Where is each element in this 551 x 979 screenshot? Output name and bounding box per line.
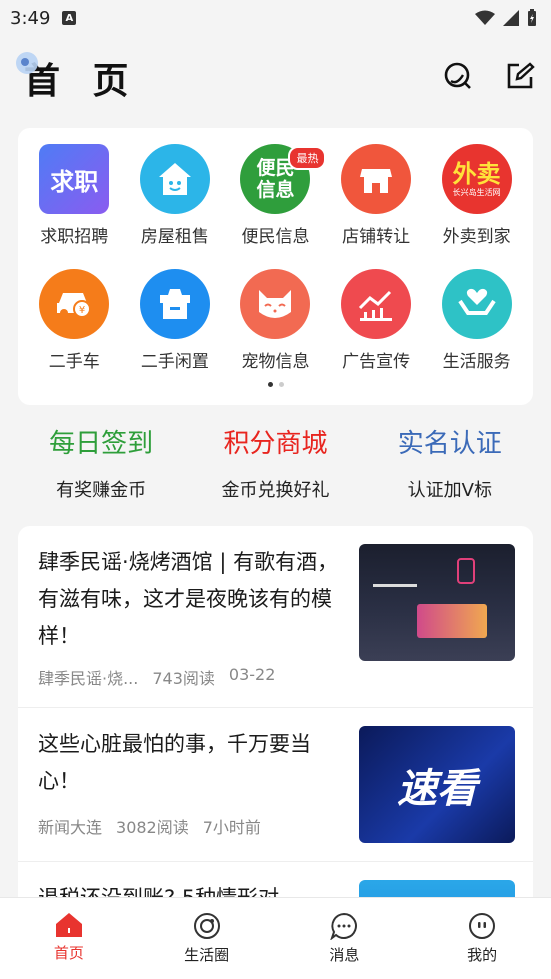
category-label: 二手车 (48, 352, 100, 372)
svg-text:¥: ¥ (79, 305, 85, 316)
pager-dot (278, 382, 284, 387)
promo-row: 每日签到 有奖赚金币 积分商城 金币兑换好礼 实名认证 认证加V标 (0, 405, 551, 512)
category-label: 店铺转让 (342, 227, 411, 247)
news-thumbnail (359, 544, 515, 661)
news-source: 肆季民谣·烧... (38, 669, 139, 688)
battery-icon (528, 9, 536, 26)
box-icon (139, 269, 210, 339)
news-reads: 3082阅读 (116, 818, 189, 837)
grid-row-1: 求职 求职招聘 房屋租售 便民 信息 最热 便民信息 店铺转让 外卖 长兴岛生活… (18, 144, 533, 247)
points-mall-button[interactable]: 积分商城 金币兑换好礼 (190, 423, 360, 502)
promo-title: 每日签到 (49, 429, 154, 459)
wifi-icon (475, 10, 495, 25)
news-time: 03-22 (228, 665, 276, 684)
category-label: 生活服务 (442, 352, 511, 372)
tab-label: 首页 (53, 944, 84, 962)
verify-identity-button[interactable]: 实名认证 认证加V标 (365, 423, 535, 502)
signal-icon (503, 10, 519, 26)
category-label: 宠物信息 (241, 352, 310, 372)
daily-checkin-button[interactable]: 每日签到 有奖赚金币 (16, 423, 186, 502)
tab-label: 我的 (467, 946, 498, 964)
grid-pager (18, 382, 533, 387)
category-house[interactable]: 房屋租售 (125, 144, 225, 247)
grid-row-2: ¥ 二手车 二手闲置 宠物信息 广告宣传 生活服务 (18, 269, 533, 372)
category-label: 二手闲置 (140, 352, 209, 372)
convenience-icon: 便民 信息 最热 (240, 144, 327, 214)
touch-indicator-icon (16, 52, 38, 74)
category-label: 广告宣传 (342, 352, 411, 372)
news-title: 这些心脏最怕的事，千万要当心！ (38, 732, 311, 793)
tab-me[interactable]: 我的 (427, 898, 537, 979)
car-icon: ¥ (39, 269, 110, 339)
heart-hand-icon (441, 269, 512, 339)
news-reads: 743阅读 (152, 669, 215, 688)
pager-dot-active (267, 382, 273, 387)
news-meta: 肆季民谣·烧... 743阅读 03-22 (38, 665, 343, 689)
chat-icon (330, 912, 358, 940)
promo-subtitle: 有奖赚金币 (56, 480, 147, 501)
header-actions (443, 61, 535, 95)
profile-icon (469, 913, 496, 939)
tab-life-circle[interactable]: 生活圈 (152, 898, 262, 979)
promo-subtitle: 认证加V标 (407, 480, 492, 501)
category-second-hand[interactable]: 二手闲置 (125, 269, 225, 372)
news-text: 肆季民谣·烧烤酒馆 | 有歌有酒，有滋有味，这才是夜晚该有的模样！ 肆季民谣·烧… (38, 544, 359, 689)
home-icon (55, 913, 82, 937)
category-shop[interactable]: 店铺转让 (326, 144, 426, 247)
news-source: 新闻大连 (38, 818, 103, 837)
tab-label: 消息 (329, 946, 360, 964)
category-convenience[interactable]: 便民 信息 最热 便民信息 (225, 144, 327, 247)
news-item[interactable]: 这些心脏最怕的事，千万要当心！ 新闻大连 3082阅读 7小时前 速看 (18, 708, 533, 862)
news-title: 肆季民谣·烧烤酒馆 | 有歌有酒，有滋有味，这才是夜晚该有的模样！ (38, 550, 339, 648)
house-icon (139, 144, 210, 214)
takeout-icon: 外卖 长兴岛生活网 (441, 144, 512, 214)
hot-badge: 最热 (288, 146, 327, 170)
tab-home[interactable]: 首页 (14, 898, 124, 979)
promo-subtitle: 金币兑换好礼 (221, 480, 330, 501)
page-header: 首 页 (0, 36, 551, 120)
category-job[interactable]: 求职 求职招聘 (24, 144, 124, 247)
bottom-tab-bar: 首页 生活圈 消息 我的 (0, 897, 551, 979)
category-grid: 求职 求职招聘 房屋租售 便民 信息 最热 便民信息 店铺转让 外卖 长兴岛生活… (18, 128, 533, 405)
promo-title: 实名认证 (397, 429, 502, 459)
category-label: 求职招聘 (40, 227, 109, 247)
cat-icon (240, 269, 311, 339)
status-time: 3:49 (10, 7, 51, 29)
category-life-service[interactable]: 生活服务 (427, 269, 527, 372)
chart-icon (341, 269, 412, 339)
compass-icon (193, 913, 220, 939)
news-item[interactable]: 肆季民谣·烧烤酒馆 | 有歌有酒，有滋有味，这才是夜晚该有的模样！ 肆季民谣·烧… (18, 526, 533, 708)
news-thumbnail: 速看 (359, 726, 515, 843)
edit-icon[interactable] (505, 61, 535, 95)
notification-icon: A (62, 11, 77, 25)
news-text: 这些心脏最怕的事，千万要当心！ 新闻大连 3082阅读 7小时前 (38, 726, 359, 843)
page-title: 首 页 (24, 60, 139, 102)
category-label: 外卖到家 (442, 227, 511, 247)
category-ads[interactable]: 广告宣传 (326, 269, 426, 372)
status-icons (475, 9, 537, 27)
shop-icon (341, 144, 412, 214)
news-meta: 新闻大连 3082阅读 7小时前 (38, 814, 343, 838)
tab-label: 生活圈 (184, 946, 230, 964)
status-bar: 3:49 A (0, 0, 551, 36)
job-icon: 求职 (39, 144, 110, 214)
category-pets[interactable]: 宠物信息 (225, 269, 325, 372)
category-takeout[interactable]: 外卖 长兴岛生活网 外卖到家 (427, 144, 527, 247)
category-used-car[interactable]: ¥ 二手车 (24, 269, 124, 372)
search-icon[interactable] (443, 61, 473, 95)
tab-messages[interactable]: 消息 (289, 898, 399, 979)
promo-title: 积分商城 (223, 429, 328, 459)
category-label: 房屋租售 (140, 227, 209, 247)
news-time: 7小时前 (202, 818, 261, 837)
category-label: 便民信息 (241, 227, 310, 247)
